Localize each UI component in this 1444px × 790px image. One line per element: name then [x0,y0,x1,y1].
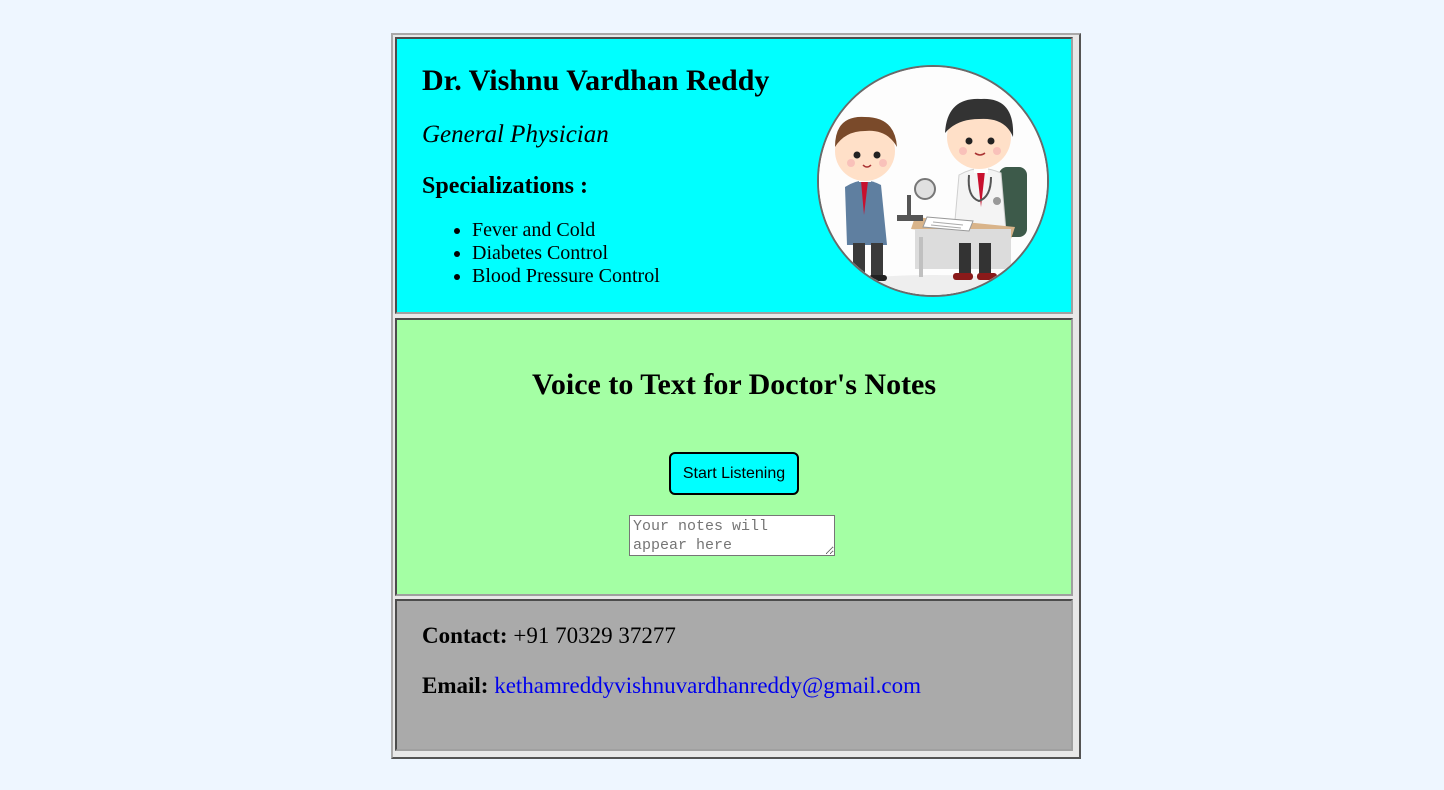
voice-notes-section: Voice to Text for Doctor's Notes Start L… [395,318,1073,596]
doctor-patient-illustration-icon [819,67,1047,295]
specialization-item: Fever and Cold [472,219,660,242]
phone-number: +91 70329 37277 [513,623,676,648]
email-line: Email: kethamreddyvishnuvardhanreddy@gma… [422,673,921,699]
contact-line: Contact: +91 70329 37277 [422,623,676,649]
notes-textarea[interactable] [629,515,835,556]
email-link[interactable]: kethamreddyvishnuvardhanreddy@gmail.com [494,673,921,698]
doctor-role: General Physician [422,121,609,148]
doctor-avatar [817,65,1049,297]
start-listening-button[interactable]: Start Listening [669,452,799,495]
profile-section: Dr. Vishnu Vardhan Reddy General Physici… [395,37,1073,314]
contact-label: Contact: [422,623,508,648]
voice-section-title: Voice to Text for Doctor's Notes [531,368,937,401]
specializations-list: Fever and Cold Diabetes Control Blood Pr… [432,219,660,288]
specialization-item: Diabetes Control [472,242,660,265]
contact-section: Contact: +91 70329 37277 Email: kethamre… [395,599,1073,751]
specializations-heading: Specializations : [422,173,588,199]
specialization-item: Blood Pressure Control [472,265,660,288]
doctor-card: Dr. Vishnu Vardhan Reddy General Physici… [391,33,1081,759]
email-label: Email: [422,673,489,698]
doctor-name: Dr. Vishnu Vardhan Reddy [422,64,770,97]
